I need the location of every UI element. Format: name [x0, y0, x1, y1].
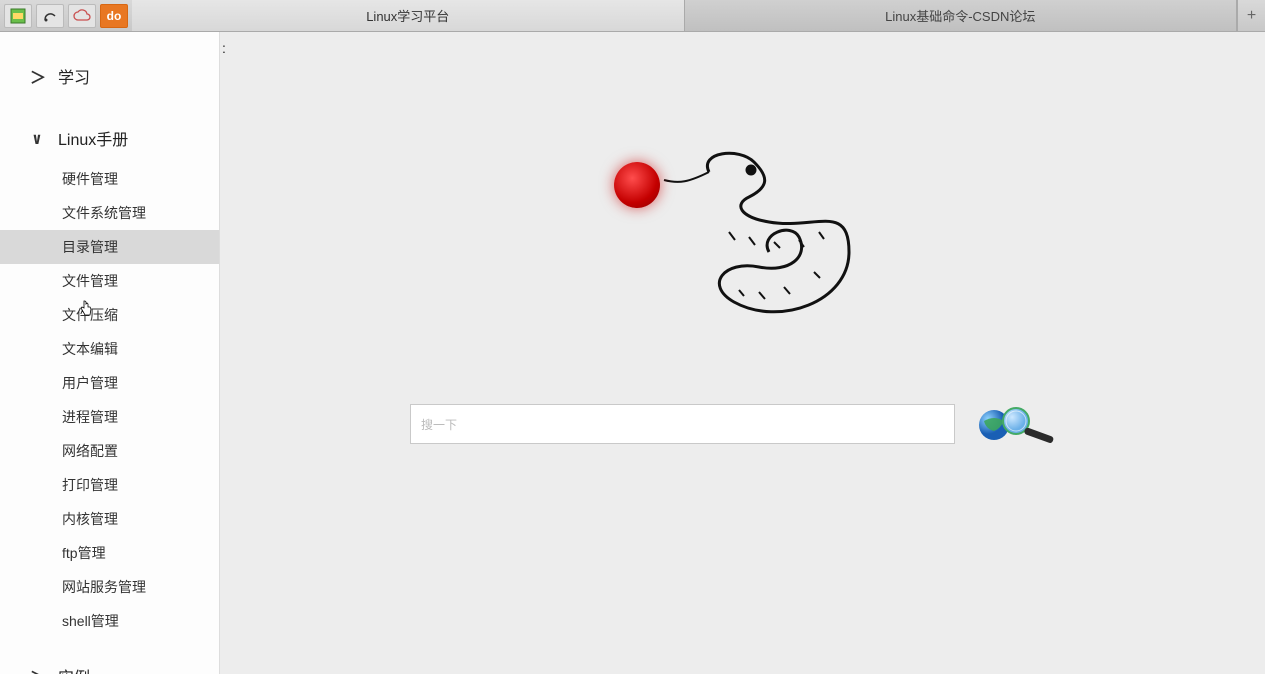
nav-section-study[interactable]: ＞ 学习 — [0, 52, 219, 100]
extension-icon-2[interactable] — [36, 4, 64, 28]
nav-item-process[interactable]: 进程管理 — [0, 400, 219, 434]
nav-item-print[interactable]: 打印管理 — [0, 468, 219, 502]
browser-chrome: do Linux学习平台 Linux基础命令-CSDN论坛 + — [0, 0, 1265, 32]
tab-label: Linux基础命令-CSDN论坛 — [885, 6, 1035, 25]
nav-item-directory[interactable]: 目录管理 — [0, 230, 219, 264]
main-pane: : — [220, 32, 1265, 674]
nav-item-hardware[interactable]: 硬件管理 — [0, 162, 219, 196]
search-button[interactable] — [975, 402, 1061, 446]
tab-active[interactable]: Linux学习平台 — [132, 0, 685, 31]
sidebar: ＞ 学习 ∨ Linux手册 硬件管理 文件系统管理 目录管理 文件管理 文件压… — [0, 32, 220, 674]
chevron-right-icon: ＞ — [30, 64, 44, 88]
nav-section-manual[interactable]: ∨ Linux手册 — [0, 114, 219, 162]
chevron-right-icon: ＞ — [30, 664, 44, 674]
tab-strip: Linux学习平台 Linux基础命令-CSDN论坛 — [132, 0, 1237, 31]
nav-section-label: 学习 — [58, 64, 90, 88]
nav-section-examples[interactable]: ＞ 实例 — [0, 652, 219, 674]
nav-item-network[interactable]: 网络配置 — [0, 434, 219, 468]
logo-area — [639, 142, 899, 347]
nav-item-kernel[interactable]: 内核管理 — [0, 502, 219, 536]
stray-colon: : — [222, 40, 226, 56]
new-tab-button[interactable]: + — [1237, 0, 1265, 31]
nav-item-shell[interactable]: shell管理 — [0, 604, 219, 638]
nav-item-user[interactable]: 用户管理 — [0, 366, 219, 400]
nav-sublist-manual: 硬件管理 文件系统管理 目录管理 文件管理 文件压缩 文本编辑 用户管理 进程管… — [0, 162, 219, 638]
do-icon[interactable]: do — [100, 4, 128, 28]
plus-icon: + — [1247, 7, 1256, 25]
search-row — [410, 402, 1225, 446]
tab-inactive[interactable]: Linux基础命令-CSDN论坛 — [685, 0, 1238, 31]
nav-section-label: 实例 — [58, 664, 90, 674]
toolbar-icons: do — [0, 0, 132, 31]
nav-item-file[interactable]: 文件管理 — [0, 264, 219, 298]
red-dot-icon — [614, 162, 660, 208]
nav-section-label: Linux手册 — [58, 126, 128, 150]
globe-magnifier-icon — [976, 403, 1060, 445]
nav-item-filesystem[interactable]: 文件系统管理 — [0, 196, 219, 230]
search-input[interactable] — [410, 404, 955, 444]
nav-item-textedit[interactable]: 文本编辑 — [0, 332, 219, 366]
content-area: ＞ 学习 ∨ Linux手册 硬件管理 文件系统管理 目录管理 文件管理 文件压… — [0, 32, 1265, 674]
nav-item-website[interactable]: 网站服务管理 — [0, 570, 219, 604]
cloud-icon[interactable] — [68, 4, 96, 28]
extension-icon-1[interactable] — [4, 4, 32, 28]
nav-item-compress[interactable]: 文件压缩 — [0, 298, 219, 332]
nav-item-ftp[interactable]: ftp管理 — [0, 536, 219, 570]
snake-logo-icon — [639, 142, 899, 342]
chevron-down-icon: ∨ — [30, 129, 44, 148]
tab-label: Linux学习平台 — [366, 6, 449, 25]
